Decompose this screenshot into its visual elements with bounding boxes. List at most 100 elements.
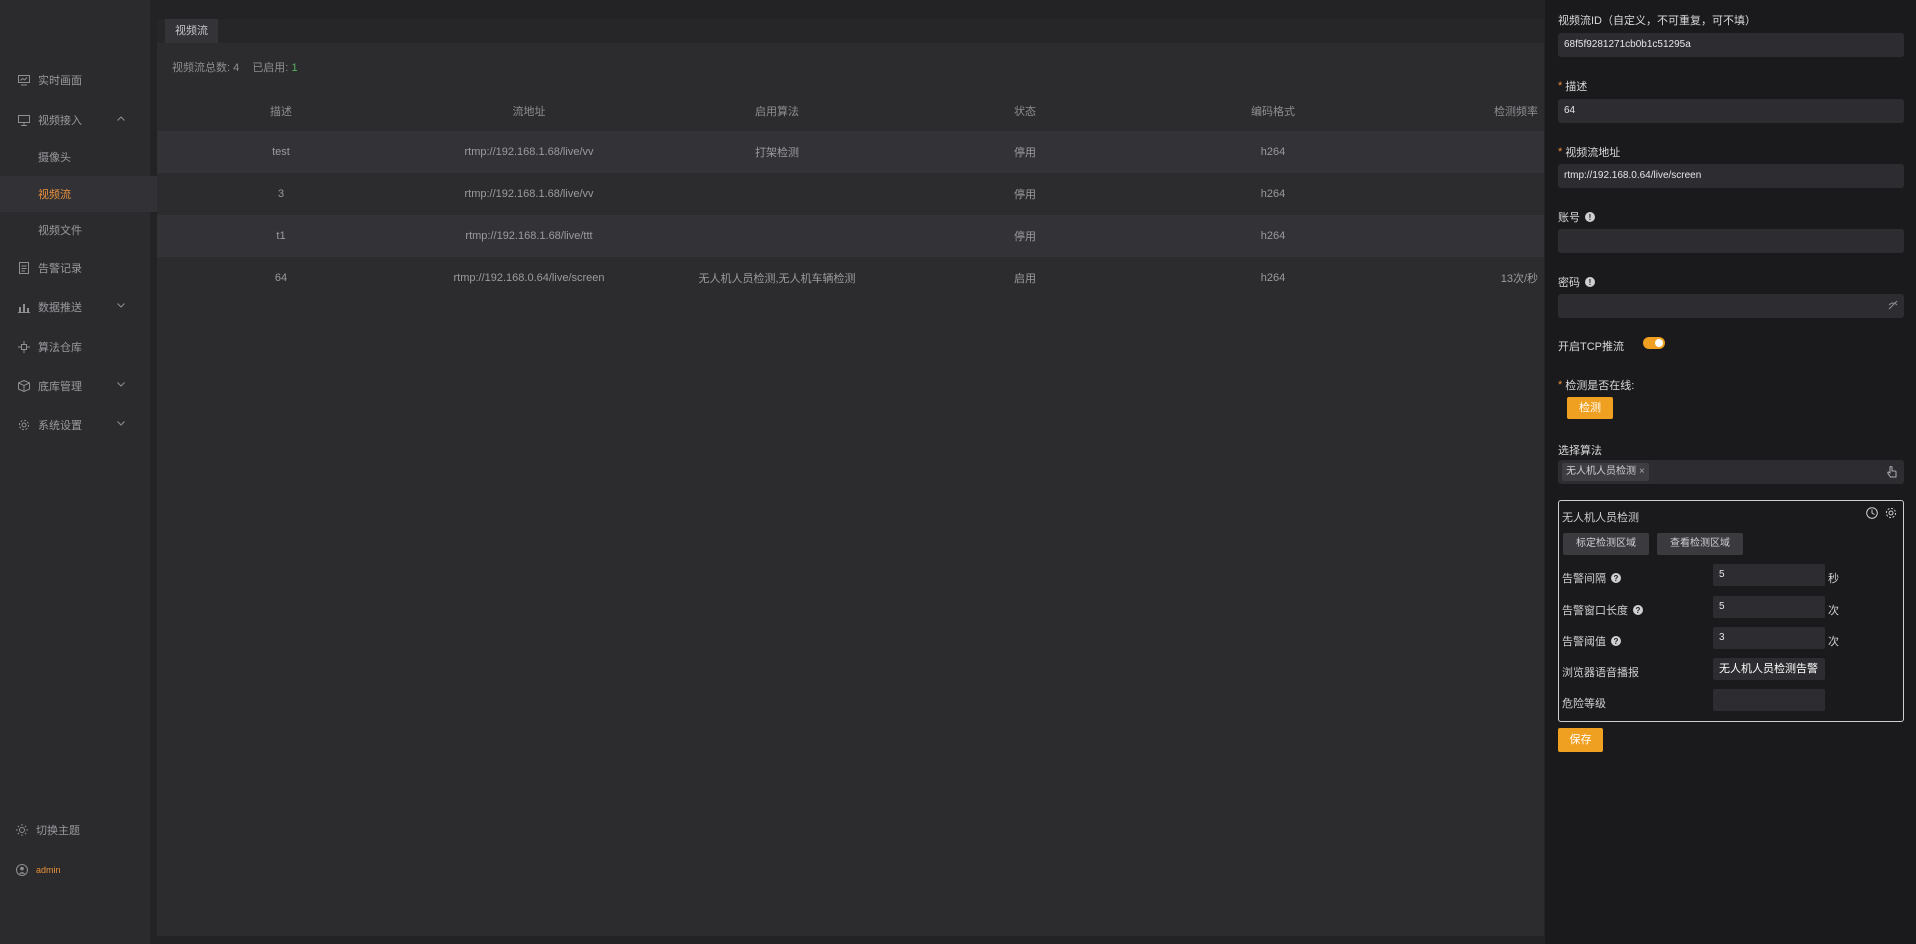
alarm-interval-label: 告警间隔 ?	[1562, 570, 1621, 586]
table-cell	[653, 173, 901, 215]
view-area-button[interactable]: 查看检测区域	[1657, 533, 1743, 555]
danger-level-input[interactable]	[1713, 689, 1825, 711]
required-mark: *	[1558, 146, 1563, 158]
total-count: 4	[233, 62, 240, 74]
algorithm-select-label-text: 选择算法	[1558, 445, 1602, 457]
account-input[interactable]	[1558, 229, 1904, 253]
chevron-down-icon	[116, 379, 126, 389]
help-icon: ?	[1611, 636, 1621, 646]
tab-video-stream[interactable]: 视频流	[165, 19, 218, 43]
table-cell: h264	[1149, 215, 1397, 257]
user-menu[interactable]: admin	[0, 855, 150, 885]
table-row[interactable]: t1 rtmp://192.168.1.68/live/ttt 停用 h264	[157, 215, 1544, 257]
stream-table: 描述 流地址 启用算法 状态 编码格式 检测频率 test rtmp://192…	[157, 91, 1544, 299]
column-header: 描述	[270, 106, 292, 118]
total-label: 视频流总数:	[172, 62, 231, 74]
algorithm-chip: 无人机人员检测 ×	[1562, 463, 1649, 481]
column-header: 状态	[1014, 106, 1036, 118]
chevron-down-icon	[116, 300, 126, 310]
clock-icon[interactable]	[1865, 506, 1879, 520]
nav-label: 摄像头	[38, 152, 71, 164]
table-cell: 停用	[901, 131, 1149, 173]
unit-seconds: 秒	[1828, 573, 1839, 585]
table-cell: h264	[1149, 131, 1397, 173]
pointer-icon	[1886, 466, 1898, 478]
algorithm-icon	[17, 340, 31, 354]
enabled-count: 1	[291, 62, 298, 74]
stream-edit-panel: 视频流ID（自定义，不可重复，可不填） 68f5f9281271cb0b1c51…	[1545, 0, 1916, 944]
nav-alarm-records[interactable]: 告警记录	[0, 250, 150, 286]
nav-gallery-management[interactable]: 底库管理	[0, 368, 150, 404]
stream-id-label-text: 视频流ID（自定义，不可重复，可不填）	[1558, 15, 1756, 27]
algorithm-select[interactable]: 无人机人员检测 ×	[1558, 460, 1904, 484]
password-label-text: 密码	[1558, 277, 1580, 289]
document-icon	[17, 261, 31, 275]
alarm-threshold-label: 告警阈值 ?	[1562, 633, 1621, 649]
table-cell: test	[157, 131, 405, 173]
username: admin	[36, 865, 61, 875]
table-cell: 13次/秒	[1500, 273, 1538, 285]
check-online-button[interactable]: 检测	[1567, 397, 1613, 419]
account-label: 账号 !	[1558, 209, 1595, 225]
algorithm-select-label: 选择算法	[1558, 442, 1602, 458]
alarm-threshold-input[interactable]: 3	[1713, 627, 1825, 649]
info-icon: !	[1585, 277, 1595, 287]
nav-system-settings[interactable]: 系统设置	[0, 407, 150, 443]
table-cell	[653, 215, 901, 257]
help-icon: ?	[1611, 573, 1621, 583]
help-icon: ?	[1633, 605, 1643, 615]
settings-icon[interactable]	[1884, 506, 1898, 520]
nav-label: 系统设置	[38, 420, 82, 432]
column-header: 启用算法	[755, 106, 799, 118]
table-cell: rtmp://192.168.0.64/live/screen	[453, 272, 605, 284]
nav-algorithm-store[interactable]: 算法仓库	[0, 329, 150, 365]
table-row[interactable]: 3 rtmp://192.168.1.68/live/vv 停用 h264	[157, 173, 1544, 215]
required-mark: *	[1558, 80, 1563, 92]
save-button[interactable]: 保存	[1558, 728, 1603, 752]
danger-level-label: 危险等级	[1562, 695, 1606, 711]
chevron-down-icon	[116, 418, 126, 428]
column-header: 流地址	[512, 106, 546, 118]
stream-url-input[interactable]: rtmp://192.168.0.64/live/screen	[1558, 164, 1904, 188]
alarm-window-label-text: 告警窗口长度	[1562, 605, 1628, 617]
stream-id-input[interactable]: 68f5f9281271cb0b1c51295a	[1558, 33, 1904, 57]
toggle-knob	[1655, 339, 1663, 347]
nav-label: 视频接入	[38, 115, 82, 127]
table-cell: rtmp://192.168.1.68/live/ttt	[405, 215, 653, 257]
table-row[interactable]: 64 rtmp://192.168.0.64/live/screen 无人机人员…	[157, 257, 1544, 299]
danger-level-label-text: 危险等级	[1562, 698, 1606, 710]
bar-chart-icon	[17, 300, 31, 314]
voice-broadcast-label: 浏览器语音播报	[1562, 664, 1639, 680]
nav-video-input[interactable]: 视频接入	[0, 102, 150, 138]
required-mark: *	[1558, 379, 1563, 391]
tcp-toggle[interactable]	[1643, 337, 1665, 349]
tcp-label: 开启TCP推流	[1558, 338, 1624, 354]
nav-label: 数据推送	[38, 302, 82, 314]
password-input[interactable]	[1558, 294, 1904, 318]
unit-times: 次	[1828, 605, 1839, 617]
account-label-text: 账号	[1558, 212, 1580, 224]
chip-remove-icon[interactable]: ×	[1639, 466, 1645, 477]
tab-bar: 视频流	[157, 19, 1544, 43]
table-cell: rtmp://192.168.1.68/live/vv	[405, 131, 653, 173]
enabled-label: 已启用:	[252, 62, 289, 74]
calibrate-area-button[interactable]: 标定检测区域	[1563, 533, 1649, 555]
description-label-text: 描述	[1565, 81, 1588, 93]
voice-broadcast-input[interactable]: 无人机人员检测告警	[1713, 658, 1825, 680]
alarm-window-input[interactable]: 5	[1713, 596, 1825, 618]
table-cell: 启用	[1014, 273, 1036, 285]
column-header: 检测频率	[1494, 106, 1538, 118]
algorithm-config-box: 无人机人员检测 标定检测区域 查看检测区域 告警间隔 ? 5 秒 告警窗口长度 …	[1558, 500, 1904, 722]
nav-live-view[interactable]: 实时画面	[0, 62, 150, 98]
table-cell: 打架检测	[653, 131, 901, 173]
column-header: 编码格式	[1251, 106, 1295, 118]
table-cell: 64	[274, 272, 288, 284]
alarm-interval-input[interactable]: 5	[1713, 564, 1825, 586]
description-input[interactable]: 64	[1558, 99, 1904, 123]
table-row[interactable]: test rtmp://192.168.1.68/live/vv 打架检测 停用…	[157, 131, 1544, 173]
main-content: 视频流 视频流总数: 4 已启用: 1 描述 流地址 启用算法 状态 编码格式 …	[157, 19, 1544, 936]
eye-off-icon[interactable]	[1888, 300, 1898, 310]
nav-data-push[interactable]: 数据推送	[0, 289, 150, 325]
description-label: * 描述	[1558, 78, 1587, 94]
theme-toggle[interactable]: 切换主题	[0, 815, 150, 845]
